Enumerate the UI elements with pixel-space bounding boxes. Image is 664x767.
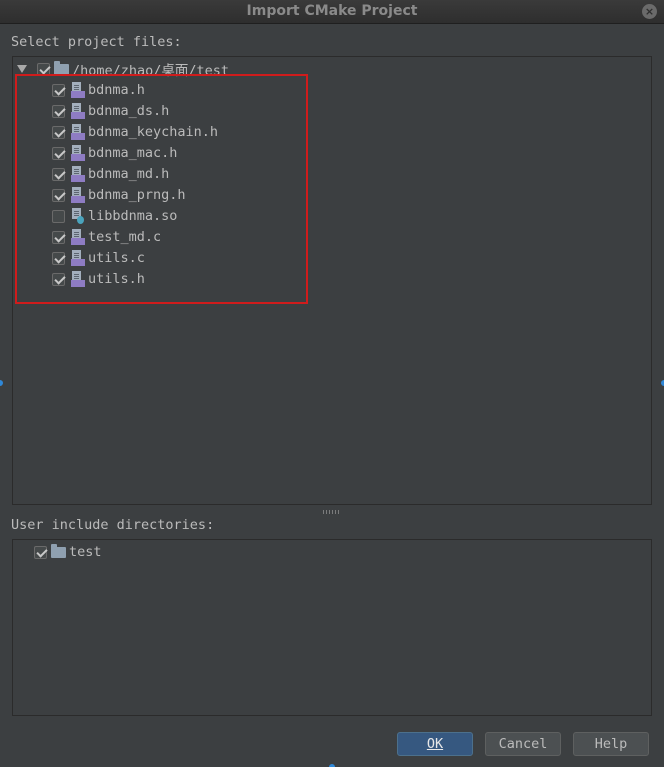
- user-include-directories-label: User include directories:: [11, 517, 215, 533]
- splitter-handle[interactable]: [323, 510, 339, 514]
- include-dir-name: test: [69, 544, 102, 560]
- selection-highlight-box: [15, 74, 308, 304]
- resize-handle-left[interactable]: [0, 380, 3, 386]
- include-dir-row[interactable]: test: [34, 542, 102, 562]
- ok-button[interactable]: OK: [397, 732, 473, 756]
- help-button[interactable]: Help: [573, 732, 649, 756]
- select-project-files-label: Select project files:: [11, 34, 182, 50]
- folder-icon: [51, 543, 66, 558]
- close-button[interactable]: ×: [642, 4, 657, 19]
- title-bar: Import CMake Project ×: [0, 0, 664, 24]
- close-icon: ×: [644, 5, 655, 18]
- folder-icon: [54, 60, 69, 75]
- cancel-button[interactable]: Cancel: [485, 732, 561, 756]
- window-title: Import CMake Project: [246, 3, 418, 19]
- include-directories-tree[interactable]: test: [12, 539, 652, 716]
- expand-arrow-icon[interactable]: [17, 65, 27, 73]
- include-dir-checkbox[interactable]: [34, 545, 47, 559]
